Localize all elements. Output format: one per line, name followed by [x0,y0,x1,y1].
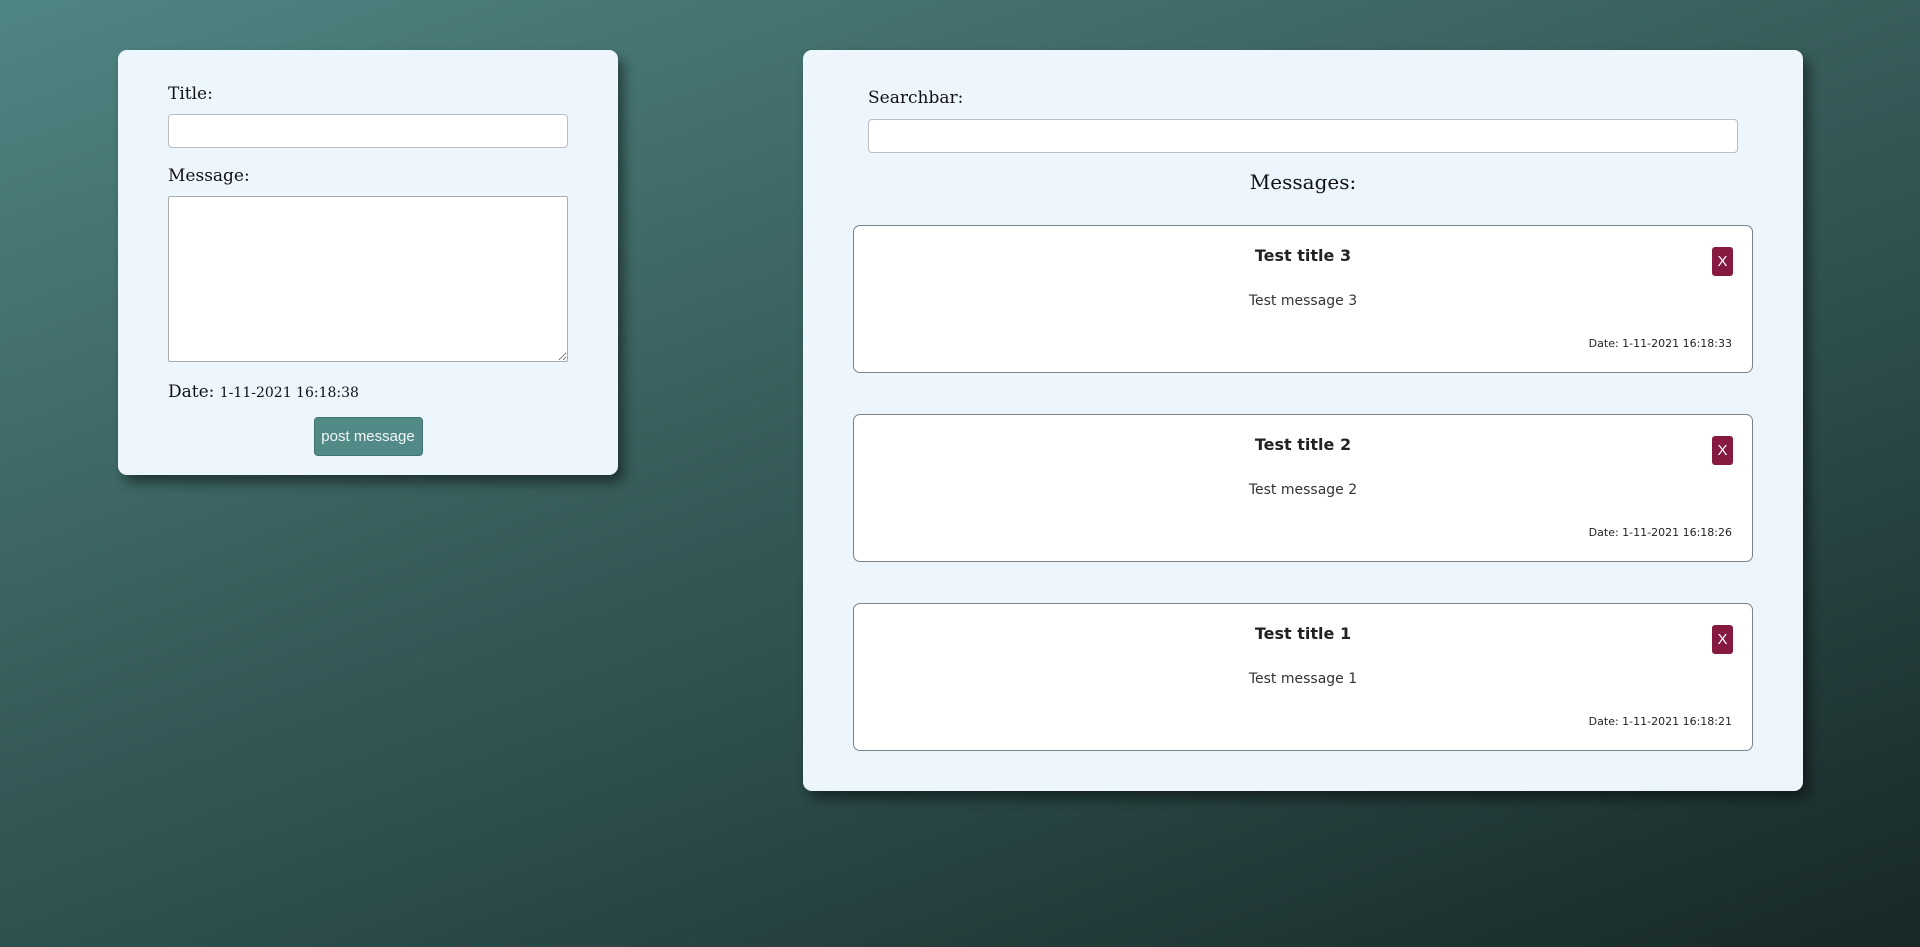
message-body: Test message 1 [1248,671,1358,687]
message-body: Test message 2 [1248,482,1358,498]
message-card: Test title 3 Test message 3 Date: 1-11-2… [853,225,1753,373]
searchbar-label: Searchbar: [868,88,964,108]
date-label: Date: [168,382,215,402]
delete-message-button[interactable]: X [1712,436,1733,465]
search-input[interactable] [868,119,1738,153]
title-label: Title: [168,84,213,104]
message-title: Test title 2 [1254,435,1352,454]
delete-message-button[interactable]: X [1712,625,1733,654]
post-message-button[interactable]: post message [313,417,423,456]
message-card: Test title 1 Test message 1 Date: 1-11-2… [853,603,1753,751]
messages-heading: Messages: [1249,170,1357,194]
delete-message-button[interactable]: X [1712,247,1733,276]
title-input[interactable] [168,114,568,148]
message-title: Test title 1 [1254,624,1352,643]
compose-panel: Title: Message: Date: 1-11-2021 16:18:38… [118,50,618,475]
message-body: Test message 3 [1248,293,1358,309]
message-label: Message: [168,166,250,186]
message-textarea[interactable] [168,196,568,362]
message-date: Date: 1-11-2021 16:18:26 [1588,526,1732,539]
message-card: Test title 2 Test message 2 Date: 1-11-2… [853,414,1753,562]
messages-panel: Searchbar: Messages: Test title 3 Test m… [803,50,1803,791]
date-line: Date: 1-11-2021 16:18:38 [168,382,568,402]
message-date: Date: 1-11-2021 16:18:21 [1588,715,1732,728]
message-title: Test title 3 [1254,246,1352,265]
message-date: Date: 1-11-2021 16:18:33 [1588,337,1732,350]
date-value: 1-11-2021 16:18:38 [219,385,359,401]
